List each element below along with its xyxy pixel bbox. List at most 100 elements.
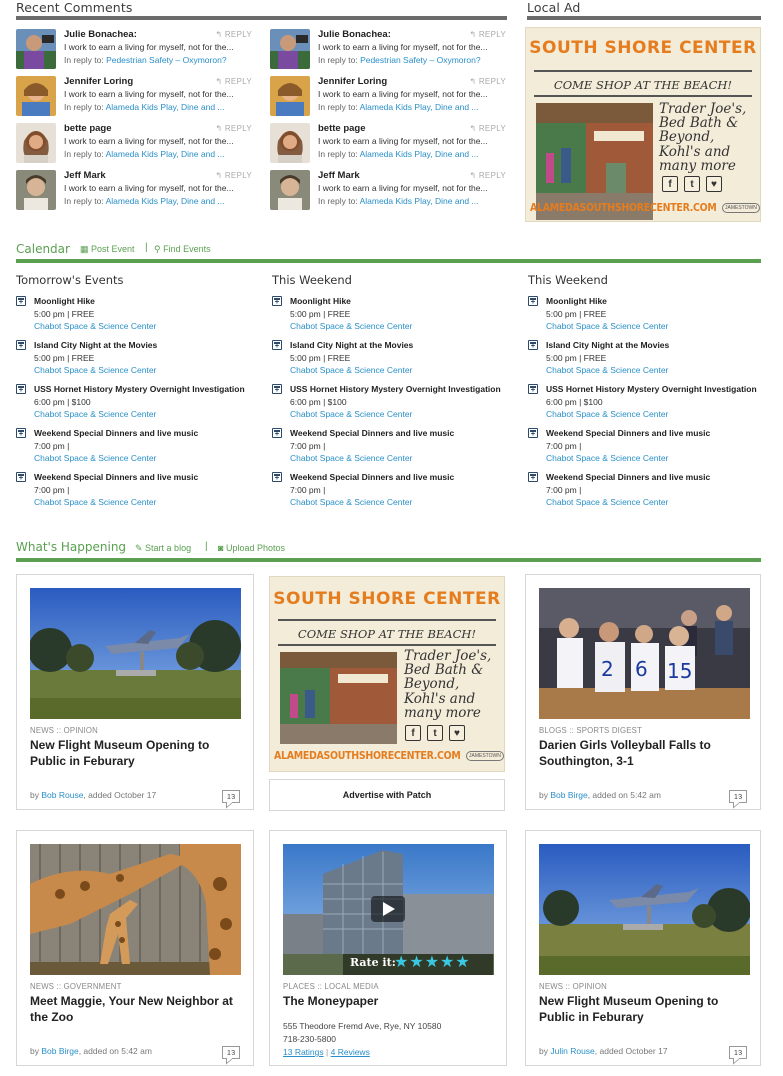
ad-url[interactable]: ALAMEDASOUTHSHORECENTER.COM: [274, 750, 461, 762]
rating-stars[interactable]: ★★★★★: [394, 952, 471, 972]
star-icon[interactable]: ★: [409, 954, 424, 971]
ratings-link[interactable]: 13 Ratings: [283, 1047, 324, 1057]
calendar-event[interactable]: USS Hornet History Mystery Overnight Inv…: [528, 384, 768, 420]
avatar[interactable]: [270, 123, 310, 163]
in-reply-link[interactable]: Alameda Kids Play, Dine and ...: [106, 149, 225, 159]
star-icon[interactable]: ★: [455, 954, 470, 971]
reply-button[interactable]: ↰ REPLY: [215, 124, 252, 133]
event-title[interactable]: Island City Night at the Movies: [290, 340, 413, 350]
calendar-event[interactable]: Moonlight Hike 5:00 pm | FREE Chabot Space…: [16, 296, 256, 332]
star-icon[interactable]: ★: [394, 954, 409, 971]
story-card[interactable]: NEWS :: OPINION New Flight Museum Openin…: [525, 830, 761, 1066]
calendar-add-icon[interactable]: [16, 296, 26, 306]
story-category[interactable]: NEWS :: GOVERNMENT: [30, 982, 122, 991]
comment-author[interactable]: Jennifer Loring: [64, 76, 133, 87]
calendar-add-icon[interactable]: [272, 472, 282, 482]
event-venue[interactable]: Chabot Space & Science Center: [546, 497, 668, 507]
event-title[interactable]: USS Hornet History Mystery Overnight Inv…: [290, 384, 501, 394]
reviews-link[interactable]: 4 Reviews: [331, 1047, 370, 1057]
heart-icon[interactable]: ♥: [449, 725, 465, 741]
reply-button[interactable]: ↰ REPLY: [469, 77, 506, 86]
comment-author[interactable]: Jeff Mark: [318, 170, 360, 181]
post-event-link[interactable]: ▦ Post Event: [80, 244, 135, 255]
story-headline[interactable]: New Flight Museum Opening to Public in F…: [539, 993, 751, 1025]
reply-button[interactable]: ↰ REPLY: [469, 171, 506, 180]
event-venue[interactable]: Chabot Space & Science Center: [546, 365, 668, 375]
calendar-event[interactable]: Weekend Special Dinners and live music 7:…: [272, 472, 512, 508]
calendar-add-icon[interactable]: [16, 384, 26, 394]
story-image[interactable]: [539, 844, 750, 975]
calendar-add-icon[interactable]: [528, 428, 538, 438]
comment-author[interactable]: bette page: [318, 123, 366, 134]
place-category[interactable]: PLACES :: LOCAL MEDIA: [283, 982, 379, 991]
event-venue[interactable]: Chabot Space & Science Center: [546, 321, 668, 331]
twitter-icon[interactable]: t: [684, 176, 700, 192]
calendar-add-icon[interactable]: [272, 428, 282, 438]
ad-url[interactable]: ALAMEDASOUTHSHORECENTER.COM: [530, 202, 717, 214]
event-venue[interactable]: Chabot Space & Science Center: [290, 365, 412, 375]
calendar-add-icon[interactable]: [16, 472, 26, 482]
in-reply-link[interactable]: Alameda Kids Play, Dine and ...: [360, 149, 479, 159]
story-image[interactable]: [30, 588, 241, 719]
story-card[interactable]: 2 6 15 BLOGS :: SPORTS DIGEST Darien Girls…: [525, 574, 761, 810]
calendar-add-icon[interactable]: [16, 428, 26, 438]
in-reply-link[interactable]: Alameda Kids Play, Dine and ...: [360, 196, 479, 206]
event-title[interactable]: Weekend Special Dinners and live music: [290, 428, 454, 438]
event-venue[interactable]: Chabot Space & Science Center: [34, 321, 156, 331]
story-card[interactable]: NEWS :: OPINION New Flight Museum Openin…: [16, 574, 254, 810]
start-blog-link[interactable]: ✎ Start a blog: [135, 543, 191, 554]
event-venue[interactable]: Chabot Space & Science Center: [290, 497, 412, 507]
author-link[interactable]: Julin Rouse: [550, 1046, 594, 1056]
calendar-event[interactable]: Weekend Special Dinners and live music 7:…: [528, 428, 768, 464]
facebook-icon[interactable]: f: [662, 176, 678, 192]
story-category[interactable]: NEWS :: OPINION: [30, 726, 98, 735]
calendar-add-icon[interactable]: [528, 384, 538, 394]
story-image[interactable]: 2 6 15: [539, 588, 750, 719]
event-title[interactable]: Weekend Special Dinners and live music: [290, 472, 454, 482]
event-venue[interactable]: Chabot Space & Science Center: [546, 409, 668, 419]
upload-photos-link[interactable]: ◙ Upload Photos: [218, 543, 285, 553]
reply-button[interactable]: ↰ REPLY: [469, 124, 506, 133]
calendar-event[interactable]: Island City Night at the Movies 5:00 pm |…: [16, 340, 256, 376]
author-link[interactable]: Bob Birge: [41, 1046, 78, 1056]
event-title[interactable]: Weekend Special Dinners and live music: [34, 472, 198, 482]
local-ad-banner[interactable]: SOUTH SHORE CENTER COME SHOP AT THE BEAC…: [525, 27, 761, 222]
event-title[interactable]: Island City Night at the Movies: [546, 340, 669, 350]
calendar-add-icon[interactable]: [528, 296, 538, 306]
story-headline[interactable]: New Flight Museum Opening to Public in F…: [30, 737, 242, 769]
in-reply-link[interactable]: Pedestrian Safety – Oxymoron?: [360, 55, 480, 65]
event-title[interactable]: Moonlight Hike: [34, 296, 95, 306]
event-title[interactable]: USS Hornet History Mystery Overnight Inv…: [34, 384, 245, 394]
story-category[interactable]: NEWS :: OPINION: [539, 982, 607, 991]
calendar-add-icon[interactable]: [528, 472, 538, 482]
avatar[interactable]: [16, 123, 56, 163]
advertise-with-patch-button[interactable]: Advertise with Patch: [269, 779, 505, 811]
event-title[interactable]: Weekend Special Dinners and live music: [34, 428, 198, 438]
event-venue[interactable]: Chabot Space & Science Center: [34, 365, 156, 375]
comment-count-badge[interactable]: 13: [222, 1046, 240, 1059]
promo-ad-banner[interactable]: SOUTH SHORE CENTER COME SHOP AT THE BEAC…: [269, 576, 505, 772]
avatar[interactable]: [270, 76, 310, 116]
in-reply-link[interactable]: Alameda Kids Play, Dine and ...: [106, 196, 225, 206]
calendar-add-icon[interactable]: [16, 340, 26, 350]
in-reply-link[interactable]: Pedestrian Safety – Oxymoron?: [106, 55, 226, 65]
avatar[interactable]: [16, 76, 56, 116]
avatar[interactable]: [270, 170, 310, 210]
event-venue[interactable]: Chabot Space & Science Center: [546, 453, 668, 463]
reply-button[interactable]: ↰ REPLY: [215, 30, 252, 39]
calendar-event[interactable]: USS Hornet History Mystery Overnight Inv…: [16, 384, 256, 420]
comment-count-badge[interactable]: 13: [729, 790, 747, 803]
reply-button[interactable]: ↰ REPLY: [215, 171, 252, 180]
event-venue[interactable]: Chabot Space & Science Center: [290, 321, 412, 331]
twitter-icon[interactable]: t: [427, 725, 443, 741]
facebook-icon[interactable]: f: [405, 725, 421, 741]
comment-author[interactable]: Jennifer Loring: [318, 76, 387, 87]
calendar-event[interactable]: USS Hornet History Mystery Overnight Inv…: [272, 384, 512, 420]
event-venue[interactable]: Chabot Space & Science Center: [34, 453, 156, 463]
author-link[interactable]: Bob Birge: [550, 790, 587, 800]
calendar-event[interactable]: Moonlight Hike 5:00 pm | FREE Chabot Space…: [528, 296, 768, 332]
calendar-event[interactable]: Weekend Special Dinners and live music 7:…: [272, 428, 512, 464]
event-title[interactable]: USS Hornet History Mystery Overnight Inv…: [546, 384, 757, 394]
avatar[interactable]: [270, 29, 310, 69]
story-image[interactable]: [30, 844, 241, 975]
